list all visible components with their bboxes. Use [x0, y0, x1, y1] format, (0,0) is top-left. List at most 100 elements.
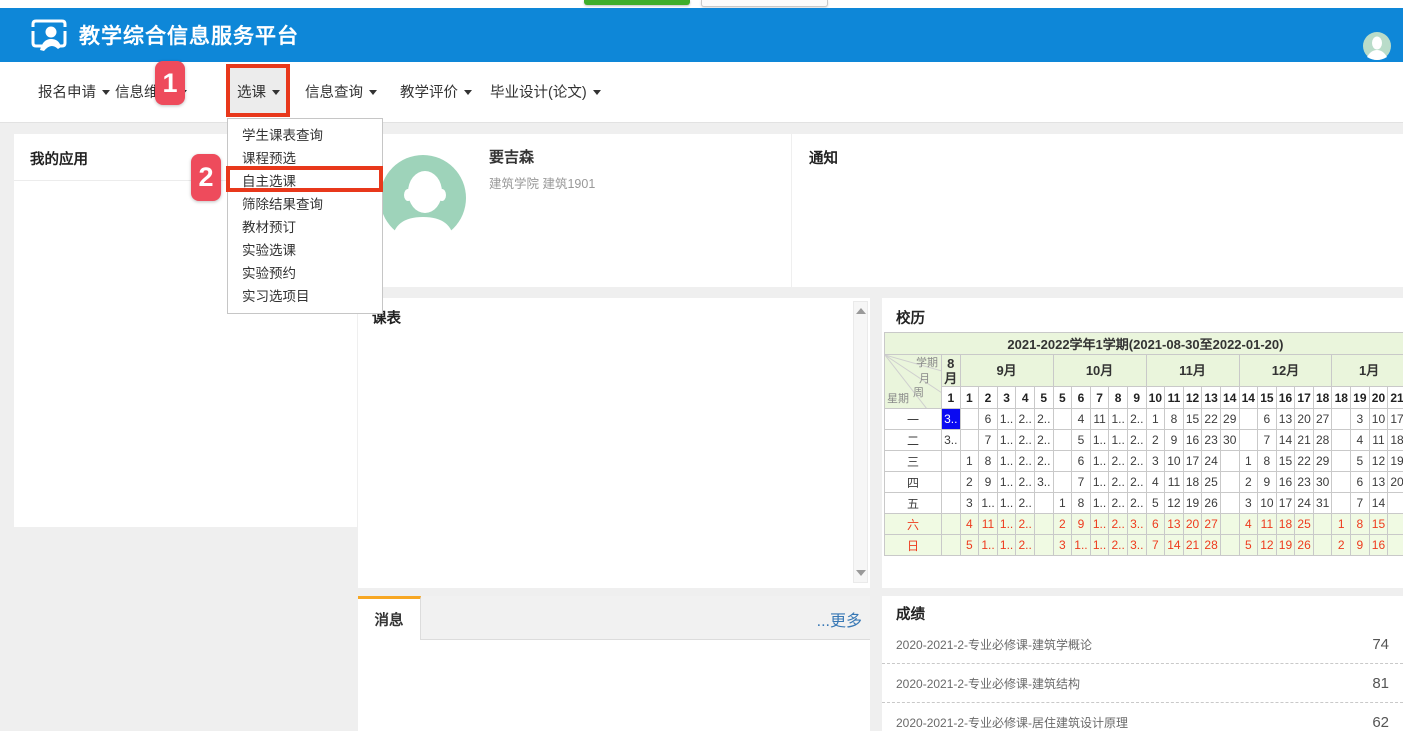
- calendar-date-cell: 10: [1165, 451, 1184, 472]
- calendar-date-cell: [1388, 514, 1403, 535]
- calendar-date-cell: [1313, 535, 1332, 556]
- calendar-date-cell: [1220, 514, 1239, 535]
- calendar-week-number: 7: [1090, 387, 1109, 409]
- calendar-day-label: 五: [885, 493, 942, 514]
- calendar-date-cell: 26: [1202, 493, 1221, 514]
- calendar-day-label: 六: [885, 514, 942, 535]
- calendar-date-cell: 9: [1258, 472, 1277, 493]
- messages-panel: 消息 ...更多: [358, 596, 870, 731]
- timetable-scrollbar[interactable]: [853, 301, 868, 583]
- calendar-week-number: 21: [1388, 387, 1403, 409]
- scroll-up-icon[interactable]: [856, 308, 866, 314]
- annotation-box-step1: [226, 64, 290, 117]
- calendar-date-cell: [1239, 409, 1258, 430]
- calendar-day-label: 二: [885, 430, 942, 451]
- grade-row[interactable]: 2020-2021-2-专业必修课-建筑结构 81: [882, 664, 1403, 703]
- user-avatar-small[interactable]: [1363, 32, 1391, 60]
- calendar-date-cell: 8: [1072, 493, 1091, 514]
- menu-item-internship-selection[interactable]: 实习选项目: [228, 285, 382, 308]
- calendar-day-label: 三: [885, 451, 942, 472]
- grade-row[interactable]: 2020-2021-2-专业必修课-居住建筑设计原理 62: [882, 703, 1403, 731]
- scroll-down-icon[interactable]: [856, 570, 866, 576]
- grade-course-name: 2020-2021-2-专业必修课-建筑学概论: [896, 636, 1092, 653]
- calendar-date-cell: 11: [1090, 409, 1109, 430]
- page-title: 教学综合信息服务平台: [79, 20, 299, 50]
- calendar-date-cell: 2: [960, 472, 979, 493]
- calendar-date-cell: 3: [1053, 535, 1072, 556]
- calendar-day-label: 四: [885, 472, 942, 493]
- more-link[interactable]: ...更多: [817, 607, 862, 631]
- menu-item-experiment-reservation[interactable]: 实验预约: [228, 262, 382, 285]
- calendar-table: 2021-2022学年1学期(2021-08-30至2022-01-20)学期月…: [884, 332, 1403, 556]
- calendar-week-number: 4: [1016, 387, 1035, 409]
- calendar-date-cell: 21: [1183, 535, 1202, 556]
- notice-panel: 通知: [792, 134, 1403, 287]
- calendar-date-cell: 4: [1351, 430, 1370, 451]
- annotation-box-step2: [226, 166, 383, 192]
- nav-label: 毕业设计(论文): [490, 85, 587, 101]
- menu-item-filter-result-query[interactable]: 筛除结果查询: [228, 193, 382, 216]
- calendar-date-cell: 25: [1295, 514, 1314, 535]
- calendar-date-cell: 8: [1258, 451, 1277, 472]
- calendar-date-cell: [1220, 493, 1239, 514]
- nav-item-info-query[interactable]: 信息查询: [305, 82, 377, 104]
- calendar-week-number: 3: [997, 387, 1016, 409]
- calendar-date-cell: 2..: [1016, 535, 1035, 556]
- nav-item-graduation-design[interactable]: 毕业设计(论文): [490, 82, 601, 104]
- calendar-date-cell: 9: [979, 472, 998, 493]
- calendar-date-cell: 16: [1276, 472, 1295, 493]
- cutoff-gray-button[interactable]: [701, 0, 828, 7]
- calendar-date-cell: 5: [1351, 451, 1370, 472]
- cutoff-green-button[interactable]: [584, 0, 690, 5]
- calendar-date-cell: 18: [1388, 430, 1403, 451]
- calendar-date-cell: 3..: [1127, 535, 1146, 556]
- calendar-date-cell: 2..: [1016, 472, 1035, 493]
- calendar-date-cell: 1: [1146, 409, 1165, 430]
- calendar-date-cell: 7: [1351, 493, 1370, 514]
- calendar-date-cell: 2..: [1016, 430, 1035, 451]
- calendar-date-cell: 12: [1258, 535, 1277, 556]
- nav-label: 信息查询: [305, 85, 363, 101]
- calendar-date-cell: 1..: [997, 514, 1016, 535]
- annotation-badge-1: 1: [155, 61, 185, 105]
- menu-item-experiment-selection[interactable]: 实验选课: [228, 239, 382, 262]
- calendar-date-cell: 13: [1276, 409, 1295, 430]
- calendar-date-cell: [1332, 472, 1351, 493]
- calendar-date-cell: 1..: [997, 430, 1016, 451]
- corner-label-month: 月: [919, 374, 930, 385]
- calendar-date-cell: [1388, 493, 1403, 514]
- chevron-down-icon: [593, 90, 601, 95]
- calendar-date-cell: [1332, 430, 1351, 451]
- nav-item-teaching-evaluation[interactable]: 教学评价: [400, 82, 472, 104]
- calendar-date-cell: 2..: [1127, 430, 1146, 451]
- nav-item-enrollment[interactable]: 报名申请: [38, 82, 110, 104]
- calendar-date-cell: 4: [1072, 409, 1091, 430]
- calendar-date-cell: 11: [1369, 430, 1388, 451]
- calendar-week-number: 8: [1109, 387, 1128, 409]
- calendar-week-number: 16: [1276, 387, 1295, 409]
- calendar-date-cell: 2..: [1109, 514, 1128, 535]
- calendar-day-row: 日51..1..2..31..1..2..3..7142128512192629…: [885, 535, 1403, 556]
- calendar-date-cell: 13: [1165, 514, 1184, 535]
- calendar-date-cell: [1220, 472, 1239, 493]
- menu-item-student-timetable-query[interactable]: 学生课表查询: [228, 124, 382, 147]
- grade-row[interactable]: 2020-2021-2-专业必修课-建筑学概论 74: [882, 625, 1403, 664]
- calendar-date-cell: 23: [1295, 472, 1314, 493]
- calendar-date-cell: 29: [1220, 409, 1239, 430]
- calendar-date-cell: 1..: [1090, 472, 1109, 493]
- tab-messages[interactable]: 消息: [358, 596, 421, 640]
- calendar-date-cell: 19: [1276, 535, 1295, 556]
- calendar-month-header: 1月: [1332, 355, 1403, 387]
- nav-label: 报名申请: [38, 85, 96, 101]
- calendar-date-cell: 9: [1351, 535, 1370, 556]
- calendar-date-cell: 4: [960, 514, 979, 535]
- menu-item-textbook-order[interactable]: 教材预订: [228, 216, 382, 239]
- calendar-date-cell: 18: [1183, 472, 1202, 493]
- calendar-date-cell: 20: [1183, 514, 1202, 535]
- user-name: 要吉森: [489, 146, 534, 167]
- chevron-down-icon: [369, 90, 377, 95]
- calendar-date-cell: 23: [1202, 430, 1221, 451]
- course-selection-dropdown: 学生课表查询 课程预选 自主选课 筛除结果查询 教材预订 实验选课 实验预约 实…: [227, 118, 383, 314]
- calendar-date-cell: 3: [1351, 409, 1370, 430]
- calendar-date-cell: 2..: [1127, 409, 1146, 430]
